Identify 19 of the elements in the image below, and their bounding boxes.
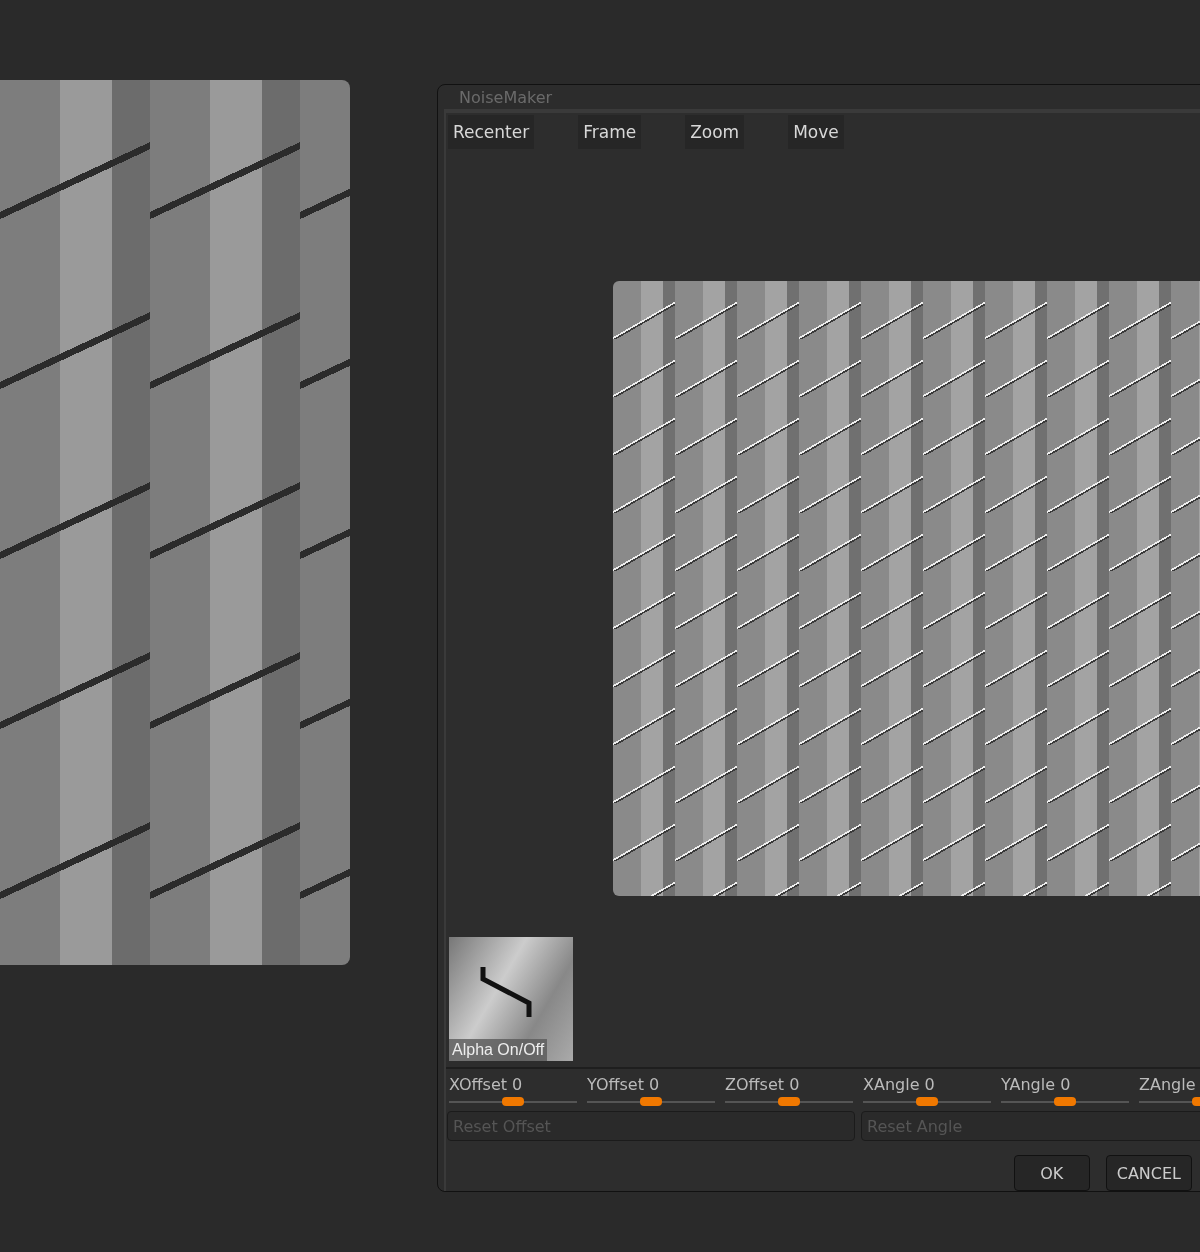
slider-label: ZOffset 0 xyxy=(725,1075,801,1095)
toolbar-button[interactable]: Zoom xyxy=(685,115,745,149)
slider-label: XOffset 0 xyxy=(449,1075,524,1095)
slider-thumb[interactable] xyxy=(1054,1097,1076,1106)
slider-thumb[interactable] xyxy=(640,1097,662,1106)
slider-thumb[interactable] xyxy=(778,1097,800,1106)
cancel-button[interactable]: CANCEL xyxy=(1105,1155,1192,1191)
toolbar-button[interactable]: Frame xyxy=(578,115,642,149)
slider-thumb[interactable] xyxy=(502,1097,524,1106)
slider-label: YOffset 0 xyxy=(587,1075,661,1095)
slider-label: YAngle 0 xyxy=(1001,1075,1072,1095)
slider-label: XAngle 0 xyxy=(863,1075,936,1095)
toolbar-button[interactable]: Recenter xyxy=(448,115,535,149)
toolbar-button[interactable]: Move xyxy=(788,115,844,149)
window-title: NoiseMaker xyxy=(458,87,553,107)
alpha-toggle[interactable]: Alpha On/Off xyxy=(449,937,573,1061)
ok-button[interactable]: OK xyxy=(1013,1155,1090,1191)
slider-label: ZAngle xyxy=(1139,1075,1197,1095)
slider-thumb[interactable] xyxy=(916,1097,938,1106)
